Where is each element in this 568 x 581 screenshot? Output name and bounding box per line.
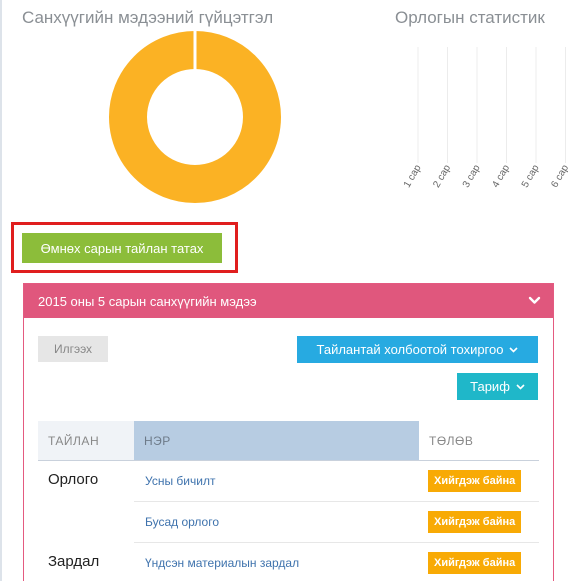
column-header-name[interactable]: НЭР <box>134 421 419 460</box>
x-tick-label: 5 сар <box>520 163 542 190</box>
column-header-report: ТАЙЛАН <box>38 421 134 460</box>
table-row: Орлого Усны бичилт Хийгдэж байна <box>38 461 539 502</box>
x-tick-label: 2 сар <box>431 163 453 190</box>
status-badge: Хийгдэж байна <box>428 552 522 574</box>
income-statistics-chart: 1 сар 2 сар 3 сар 4 сар 5 сар 6 сар <box>380 35 568 210</box>
report-settings-label: Тайлантай холбоотой тохиргоо <box>316 342 504 357</box>
report-settings-button[interactable]: Тайлантай холбоотой тохиргоо <box>297 336 538 363</box>
report-group: Орлого <box>48 471 99 488</box>
table-row: Бусад орлого Хийгдэж байна <box>38 502 539 543</box>
caret-down-icon <box>509 346 519 353</box>
status-badge: Хийгдэж байна <box>428 470 522 492</box>
table-row: Зардал Үндсэн материалын зардал Хийгдэж … <box>38 543 539 581</box>
chevron-down-icon[interactable] <box>528 294 541 307</box>
report-table: ТАЙЛАН НЭР ТӨЛӨВ Орлого Усны бичилт Хийг… <box>38 421 539 581</box>
monthly-finance-box: 2015 оны 5 сарын санхүүгийн мэдээ Илгээх… <box>23 283 554 581</box>
caret-down-icon <box>516 383 525 390</box>
finance-performance-title: Санхүүгийн мэдээний гүйцэтгэл <box>22 8 274 27</box>
finance-donut-chart <box>109 31 281 203</box>
tariff-button[interactable]: Тариф <box>457 373 538 400</box>
report-group: Зардал <box>48 553 100 570</box>
download-previous-report-button[interactable]: Өмнөх сарын тайлан татах <box>22 233 222 263</box>
tariff-label: Тариф <box>470 379 510 394</box>
column-header-status: ТӨЛӨВ <box>419 421 539 460</box>
report-name-link[interactable]: Бусад орлого <box>134 502 419 543</box>
x-tick-label: 1 сар <box>402 163 424 190</box>
x-tick-label: 3 сар <box>461 163 483 190</box>
x-tick-label: 4 сар <box>490 163 512 190</box>
box-title: 2015 оны 5 сарын санхүүгийн мэдээ <box>38 293 257 309</box>
donut-slice-gap <box>193 31 197 81</box>
status-badge: Хийгдэж байна <box>428 511 522 533</box>
table-header: ТАЙЛАН НЭР ТӨЛӨВ <box>38 421 539 461</box>
x-tick-label: 6 сар <box>549 163 568 190</box>
report-name-link[interactable]: Үндсэн материалын зардал <box>134 543 419 581</box>
income-statistics-title: Орлогын статистик <box>395 8 545 27</box>
report-name-link[interactable]: Усны бичилт <box>134 461 419 502</box>
report-group <box>38 502 134 543</box>
send-button[interactable]: Илгээх <box>38 336 108 362</box>
box-header[interactable]: 2015 оны 5 сарын санхүүгийн мэдээ <box>24 284 553 318</box>
left-border <box>0 0 2 581</box>
